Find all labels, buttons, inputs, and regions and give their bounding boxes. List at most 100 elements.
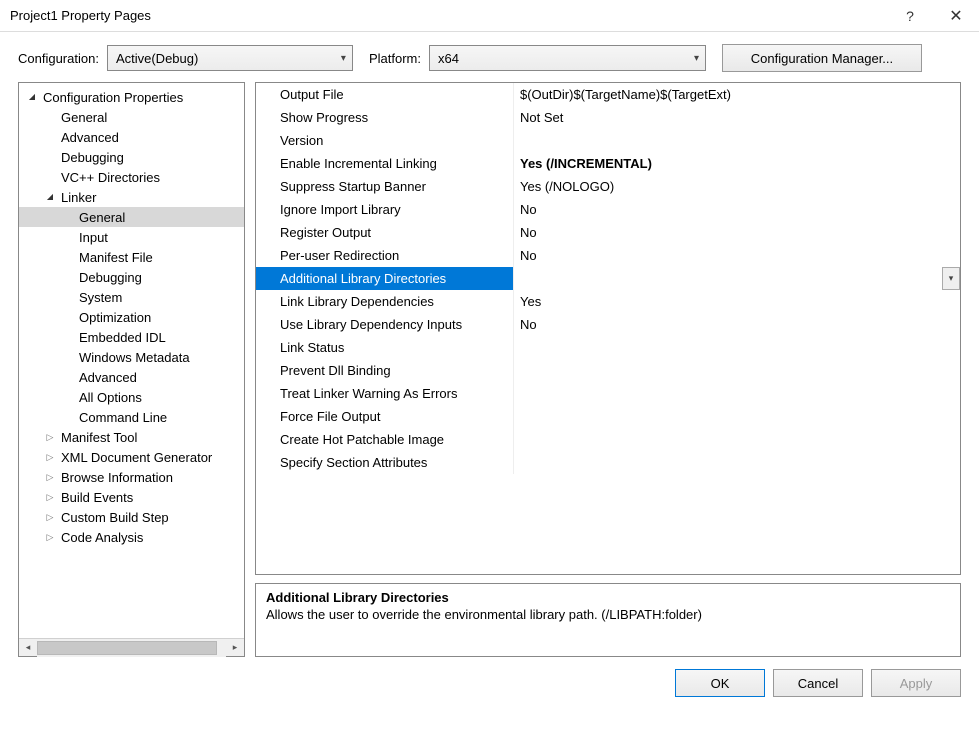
tree-item[interactable]: •Advanced [19,367,244,387]
property-name: Specify Section Attributes [256,451,514,474]
property-value[interactable]: No [514,244,960,267]
tree-item[interactable]: •System [19,287,244,307]
tree-content: ◢Configuration Properties•General•Advanc… [19,83,244,638]
property-name: Prevent Dll Binding [256,359,514,382]
expander-closed-icon[interactable]: ▷ [43,433,57,442]
configuration-dropdown[interactable]: Active(Debug) ▾ [107,45,353,71]
property-name: Treat Linker Warning As Errors [256,382,514,405]
tree-item[interactable]: •Optimization [19,307,244,327]
property-value[interactable]: Yes (/INCREMENTAL) [514,152,960,175]
property-value[interactable]: Not Set [514,106,960,129]
cancel-button[interactable]: Cancel [773,669,863,697]
expander-closed-icon[interactable]: ▷ [43,493,57,502]
description-panel: Additional Library Directories Allows th… [255,583,961,657]
property-value[interactable]: Yes [514,290,960,313]
tree-item[interactable]: •Embedded IDL [19,327,244,347]
tree-item[interactable]: •Manifest File [19,247,244,267]
property-value[interactable] [514,451,960,474]
platform-label: Platform: [369,51,421,66]
property-name: Additional Library Directories [256,267,514,290]
property-row[interactable]: Version [256,129,960,152]
property-value[interactable]: No [514,313,960,336]
tree-item[interactable]: •Debugging [19,147,244,167]
property-row[interactable]: Link Library DependenciesYes [256,290,960,313]
configuration-manager-button[interactable]: Configuration Manager... [722,44,922,72]
property-value[interactable]: ▾ [514,267,960,290]
expander-closed-icon[interactable]: ▷ [43,513,57,522]
tree-item-label: Code Analysis [57,530,143,545]
property-row[interactable]: Suppress Startup BannerYes (/NOLOGO) [256,175,960,198]
property-row[interactable]: Use Library Dependency InputsNo [256,313,960,336]
tree-item[interactable]: ▷Custom Build Step [19,507,244,527]
platform-dropdown[interactable]: x64 ▾ [429,45,706,71]
property-value[interactable]: $(OutDir)$(TargetName)$(TargetExt) [514,83,960,106]
scroll-left-icon[interactable]: ◂ [19,639,37,657]
property-value[interactable] [514,428,960,451]
property-name: Create Hot Patchable Image [256,428,514,451]
property-row[interactable]: Link Status [256,336,960,359]
tree-item-label: Debugging [57,150,124,165]
property-name: Use Library Dependency Inputs [256,313,514,336]
property-row[interactable]: Force File Output [256,405,960,428]
property-row[interactable]: Show ProgressNot Set [256,106,960,129]
property-value[interactable]: No [514,198,960,221]
property-value[interactable] [514,382,960,405]
scroll-track[interactable] [37,639,226,657]
tree-item[interactable]: ▷XML Document Generator [19,447,244,467]
property-row[interactable]: Specify Section Attributes [256,451,960,474]
property-row[interactable]: Treat Linker Warning As Errors [256,382,960,405]
tree-item-label: Command Line [75,410,167,425]
property-row[interactable]: Additional Library Directories ▾ [256,267,960,290]
horizontal-scrollbar[interactable]: ◂ ▸ [19,638,244,656]
tree-item[interactable]: •Input [19,227,244,247]
property-row[interactable]: Create Hot Patchable Image [256,428,960,451]
expander-closed-icon[interactable]: ▷ [43,533,57,542]
property-row[interactable]: Register OutputNo [256,221,960,244]
tree-item[interactable]: •VC++ Directories [19,167,244,187]
tree-item[interactable]: •Debugging [19,267,244,287]
help-button[interactable]: ? [887,0,933,32]
tree-item[interactable]: •All Options [19,387,244,407]
ok-button[interactable]: OK [675,669,765,697]
property-value[interactable] [514,129,960,152]
tree-item-label: VC++ Directories [57,170,160,185]
property-value[interactable] [514,405,960,428]
property-row[interactable]: Per-user RedirectionNo [256,244,960,267]
tree-item-label: All Options [75,390,142,405]
close-button[interactable]: ✕ [933,0,979,32]
expander-open-icon[interactable]: ◢ [43,193,57,201]
tree-item[interactable]: •Advanced [19,127,244,147]
tree-item[interactable]: •Command Line [19,407,244,427]
property-value[interactable]: No [514,221,960,244]
tree-item[interactable]: •General [19,207,244,227]
tree-item[interactable]: ▷Build Events [19,487,244,507]
tree-item[interactable]: ◢Configuration Properties [19,87,244,107]
tree-item-label: Browse Information [57,470,173,485]
scroll-thumb[interactable] [37,641,217,655]
expander-closed-icon[interactable]: ▷ [43,473,57,482]
tree-item[interactable]: ▷Manifest Tool [19,427,244,447]
expander-none: • [61,273,75,282]
expander-open-icon[interactable]: ◢ [25,93,39,101]
property-row[interactable]: Prevent Dll Binding [256,359,960,382]
property-value[interactable] [514,336,960,359]
tree-item[interactable]: ▷Code Analysis [19,527,244,547]
tree-item-label: Windows Metadata [75,350,190,365]
tree-item-label: Custom Build Step [57,510,169,525]
property-row[interactable]: Output File$(OutDir)$(TargetName)$(Targe… [256,83,960,106]
property-value[interactable]: Yes (/NOLOGO) [514,175,960,198]
tree-item[interactable]: •Windows Metadata [19,347,244,367]
expander-none: • [61,333,75,342]
property-dropdown-button[interactable]: ▾ [942,267,960,290]
apply-button[interactable]: Apply [871,669,961,697]
scroll-right-icon[interactable]: ▸ [226,639,244,657]
property-row[interactable]: Enable Incremental LinkingYes (/INCREMEN… [256,152,960,175]
property-name: Link Status [256,336,514,359]
tree-item[interactable]: •General [19,107,244,127]
tree-item-label: General [75,210,125,225]
expander-closed-icon[interactable]: ▷ [43,453,57,462]
tree-item[interactable]: ◢Linker [19,187,244,207]
property-row[interactable]: Ignore Import LibraryNo [256,198,960,221]
property-value[interactable] [514,359,960,382]
tree-item[interactable]: ▷Browse Information [19,467,244,487]
